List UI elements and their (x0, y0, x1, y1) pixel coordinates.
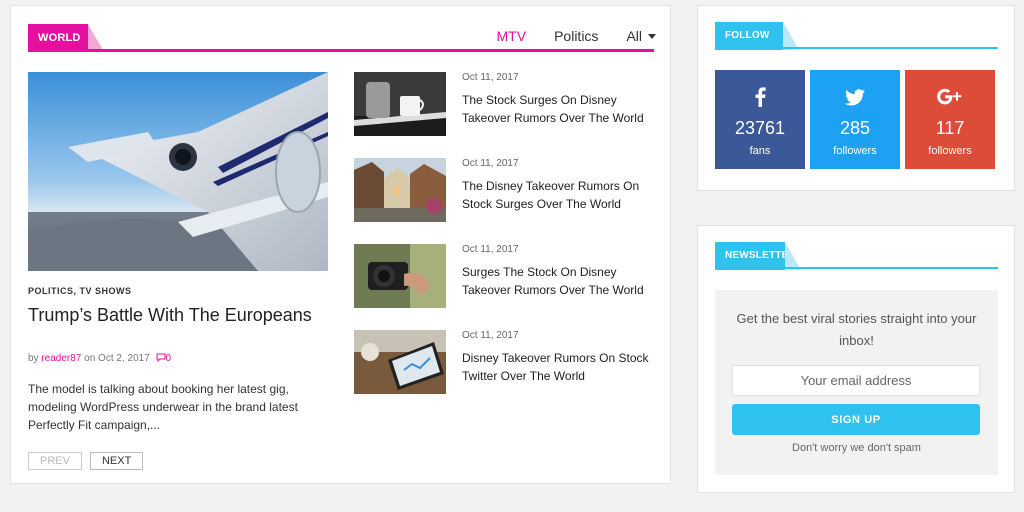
twitter-count: 285 (839, 118, 871, 138)
comment-icon (156, 353, 166, 363)
facebook-button[interactable]: 23761 fans (715, 70, 805, 169)
newsletter-text: Get the best viral stories straight into… (736, 311, 977, 348)
follow-us-widget: FOLLOW US 23761 fans 285 followers 117 f… (697, 5, 1015, 191)
world-tabs: MTV Politics All (497, 28, 656, 44)
newsletter-widget: NEWSLETTER Get the best viral stories st… (697, 225, 1015, 493)
list-date: Oct 11, 2017 (462, 244, 519, 255)
tab-all[interactable]: All (626, 28, 656, 44)
list-title[interactable]: Disney Takeover Rumors On Stock Twitter … (462, 349, 662, 385)
list-thumb-tablet[interactable] (354, 330, 446, 394)
comments-link[interactable]: 0 (153, 353, 172, 364)
list-item[interactable]: Oct 11, 2017 Disney Takeover Rumors On S… (354, 330, 654, 396)
google-plus-count: 117 (935, 118, 965, 138)
newsletter-header-line (715, 267, 998, 269)
list-thumb-camera[interactable] (354, 244, 446, 308)
follow-us-header: FOLLOW US (715, 22, 998, 69)
twitter-button[interactable]: 285 followers (810, 70, 900, 169)
follow-us-tag: FOLLOW US (715, 22, 799, 69)
newsletter-box: Get the best viral stories straight into… (715, 290, 998, 475)
tab-politics[interactable]: Politics (554, 28, 598, 44)
email-field[interactable] (732, 365, 980, 396)
list-title[interactable]: The Disney Takeover Rumors On Stock Surg… (462, 177, 662, 213)
featured-excerpt: The model is talking about booking her l… (28, 382, 298, 432)
list-title[interactable]: Surges The Stock On Disney Takeover Rumo… (462, 263, 662, 299)
list-date: Oct 11, 2017 (462, 158, 519, 169)
meta-date: on Oct 2, 2017 (84, 353, 150, 364)
list-item[interactable]: Oct 11, 2017 The Disney Takeover Rumors … (354, 158, 654, 224)
list-title[interactable]: The Stock Surges On Disney Takeover Rumo… (462, 91, 662, 127)
facebook-unit: fans (749, 145, 771, 157)
featured-title[interactable]: Trump’s Battle With The Europeans (28, 305, 328, 326)
featured-meta: by reader87 on Oct 2, 2017 0 (28, 353, 171, 364)
list-date: Oct 11, 2017 (462, 330, 519, 341)
featured-image[interactable] (28, 72, 328, 271)
world-header-line (28, 49, 654, 52)
google-plus-button[interactable]: 117 followers (905, 70, 995, 169)
prev-button[interactable]: PREV (28, 452, 82, 470)
list-item[interactable]: Oct 11, 2017 The Stock Surges On Disney … (354, 72, 654, 138)
next-button[interactable]: NEXT (89, 452, 144, 470)
author-link[interactable]: reader87 (41, 353, 81, 364)
list-thumb-street[interactable] (354, 158, 446, 222)
meta-by: by (28, 353, 39, 364)
sign-up-button[interactable]: SIGN UP (732, 404, 980, 435)
follow-header-line (715, 47, 998, 49)
google-plus-unit: followers (928, 145, 972, 157)
newsletter-tag: NEWSLETTER (715, 242, 801, 270)
facebook-icon (715, 84, 805, 110)
tab-all-label: All (626, 28, 642, 44)
twitter-icon (810, 84, 900, 110)
list-item[interactable]: Oct 11, 2017 Surges The Stock On Disney … (354, 244, 654, 310)
tab-mtv[interactable]: MTV (497, 28, 527, 44)
comments-count: 0 (165, 353, 172, 364)
google-plus-icon (905, 84, 995, 110)
newsletter-header: NEWSLETTER (715, 242, 998, 270)
twitter-unit: followers (833, 145, 877, 157)
list-date: Oct 11, 2017 (462, 72, 519, 83)
chevron-down-icon (648, 34, 656, 39)
featured-categories[interactable]: POLITICS, TV SHOWS (28, 286, 132, 296)
world-tag: WORLD (28, 24, 104, 52)
facebook-count: 23761 (734, 118, 786, 138)
no-spam-note: Don't worry we don't spam (792, 442, 921, 454)
list-thumb-coffee[interactable] (354, 72, 446, 136)
world-section: WORLD MTV Politics All POLITICS, TV SHOW… (10, 5, 671, 484)
pagination: PREV NEXT (28, 452, 144, 470)
